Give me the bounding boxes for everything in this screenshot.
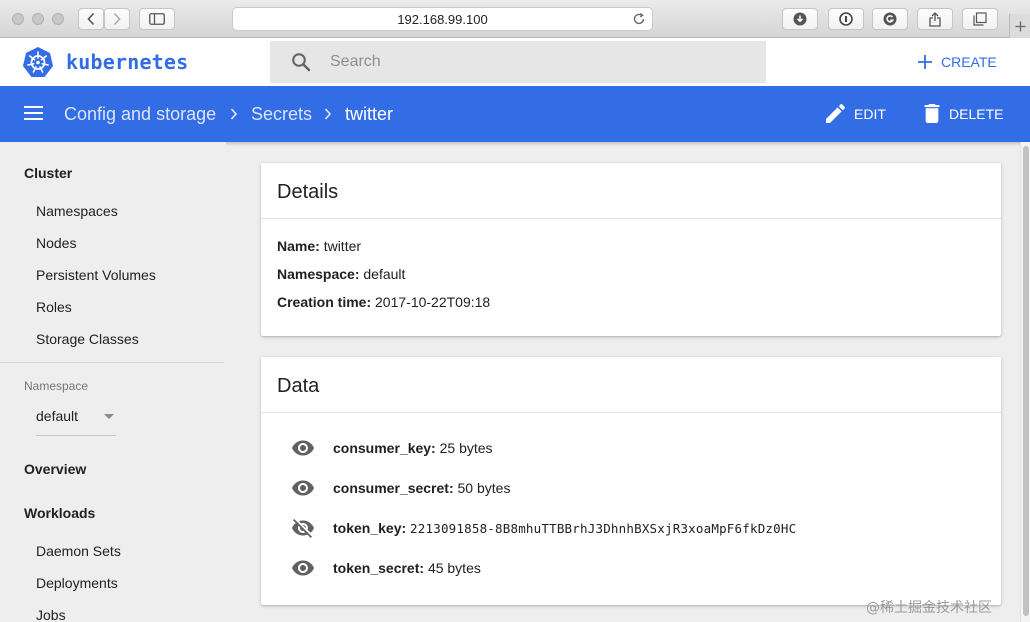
sidebar-item-roles[interactable]: Roles — [36, 299, 72, 315]
download-icon — [793, 12, 807, 26]
data-row-consumer-secret: consumer_secret: 50 bytes — [291, 476, 510, 500]
data-key: token_secret: — [333, 560, 425, 576]
sidebar-icon — [149, 13, 165, 25]
create-label: CREATE — [941, 54, 997, 70]
tabs-icon — [973, 12, 987, 26]
chevron-right-icon — [324, 108, 332, 120]
edit-label: EDIT — [854, 105, 886, 122]
search-icon — [292, 53, 311, 72]
extension-button-2[interactable] — [872, 8, 908, 30]
sidebar-divider — [0, 362, 224, 363]
sidebar-heading-workloads[interactable]: Workloads — [24, 505, 95, 521]
detail-namespace: Namespace: default — [277, 266, 405, 282]
search-bar — [270, 41, 766, 83]
data-row-consumer-key: consumer_key: 25 bytes — [291, 436, 493, 460]
share-button[interactable] — [917, 8, 953, 30]
sidebar: Cluster Namespaces Nodes Persistent Volu… — [0, 142, 226, 622]
eye-off-icon[interactable] — [291, 516, 315, 540]
sidebar-heading-cluster[interactable]: Cluster — [24, 165, 72, 181]
detail-key: Name: — [277, 238, 320, 254]
detail-creation-time: Creation time: 2017-10-22T09:18 — [277, 294, 490, 310]
chevron-right-icon — [113, 12, 121, 26]
detail-key: Namespace: — [277, 266, 360, 282]
scrollbar-thumb[interactable] — [1023, 146, 1029, 616]
share-icon — [929, 11, 941, 27]
sidebar-item-daemon-sets[interactable]: Daemon Sets — [36, 543, 121, 559]
breadcrumb-current: twitter — [345, 104, 394, 124]
eye-icon[interactable] — [291, 436, 315, 460]
grammar-icon — [883, 12, 897, 26]
detail-key: Creation time: — [277, 294, 372, 310]
sidebar-toggle-button[interactable] — [139, 8, 175, 30]
sidebar-item-storage-classes[interactable]: Storage Classes — [36, 331, 139, 347]
data-row-token-key: token_key: 2213091858-8B8mhuTTBBrhJ3Dhnh… — [291, 516, 796, 540]
chevron-left-icon — [87, 12, 95, 26]
url-text: 192.168.99.100 — [397, 11, 488, 27]
reload-icon[interactable] — [632, 12, 646, 26]
breadcrumb-config-and-storage[interactable]: Config and storage — [64, 104, 216, 125]
namespace-label: Namespace — [24, 379, 89, 393]
data-title: Data — [277, 375, 320, 397]
downloads-button[interactable] — [782, 8, 818, 30]
forward-button[interactable] — [104, 8, 130, 30]
detail-name: Name: twitter — [277, 238, 361, 254]
data-value: 25 bytes — [439, 440, 493, 456]
sidebar-item-namespaces[interactable]: Namespaces — [36, 203, 118, 219]
close-window-button[interactable] — [12, 13, 24, 25]
chevron-right-icon — [230, 108, 238, 120]
dropdown-arrow-icon — [104, 414, 114, 419]
edit-button[interactable]: EDIT — [826, 104, 886, 123]
back-button[interactable] — [78, 8, 104, 30]
eye-icon[interactable] — [291, 476, 315, 500]
data-key: consumer_key: — [333, 440, 436, 456]
browser-chrome: 192.168.99.100 — [0, 0, 1030, 38]
sidebar-item-nodes[interactable]: Nodes — [36, 235, 76, 251]
tabs-overview-button[interactable] — [962, 8, 998, 30]
plus-icon — [918, 55, 932, 69]
sidebar-item-jobs[interactable]: Jobs — [36, 607, 66, 622]
card-divider — [261, 412, 1001, 413]
data-value: 2213091858-8B8mhuTTBBrhJ3DhnhBXSxjR3xoaM… — [410, 520, 797, 536]
kubernetes-logo-icon[interactable] — [22, 46, 54, 78]
pencil-icon — [826, 104, 845, 123]
plus-icon — [1015, 21, 1025, 31]
data-card: Data consumer_key: 25 bytes consumer_sec… — [261, 357, 1001, 605]
address-bar[interactable]: 192.168.99.100 — [232, 7, 653, 31]
search-input[interactable] — [330, 41, 750, 83]
create-button[interactable]: CREATE — [918, 50, 997, 74]
app-bar: kubernetes CREATE — [0, 38, 1030, 86]
sidebar-item-overview[interactable]: Overview — [24, 461, 86, 477]
details-card: Details Name: twitter Namespace: default… — [261, 163, 1001, 336]
zoom-window-button[interactable] — [52, 13, 64, 25]
extension-button-1[interactable] — [828, 8, 864, 30]
menu-icon[interactable] — [24, 105, 44, 121]
data-value: 45 bytes — [427, 560, 481, 576]
brand-name[interactable]: kubernetes — [66, 50, 188, 74]
details-title: Details — [277, 181, 339, 203]
sidebar-item-deployments[interactable]: Deployments — [36, 575, 118, 591]
card-divider — [261, 218, 1001, 219]
breadcrumb-secrets[interactable]: Secrets — [251, 104, 312, 125]
data-key: consumer_secret: — [333, 480, 454, 496]
data-value: 50 bytes — [457, 480, 511, 496]
trash-icon — [924, 104, 940, 123]
page-toolbar: Config and storage Secrets twitter EDIT … — [0, 86, 1030, 142]
sidebar-item-persistent-volumes[interactable]: Persistent Volumes — [36, 267, 156, 283]
namespace-select[interactable]: default — [36, 408, 116, 436]
eye-icon[interactable] — [291, 556, 315, 580]
detail-value: twitter — [323, 238, 362, 254]
namespace-selected-value: default — [36, 408, 79, 424]
data-row-token-secret: token_secret: 45 bytes — [291, 556, 481, 580]
new-tab-button[interactable] — [1009, 14, 1030, 38]
delete-button[interactable]: DELETE — [924, 104, 1003, 123]
minimize-window-button[interactable] — [32, 13, 44, 25]
info-icon — [839, 12, 853, 26]
detail-value: 2017-10-22T09:18 — [375, 294, 491, 310]
data-key: token_key: — [333, 520, 407, 536]
main-scrollbar[interactable] — [1020, 142, 1030, 622]
delete-label: DELETE — [949, 105, 1004, 122]
detail-value: default — [363, 266, 406, 282]
watermark: @稀土掘金技术社区 — [866, 600, 992, 616]
